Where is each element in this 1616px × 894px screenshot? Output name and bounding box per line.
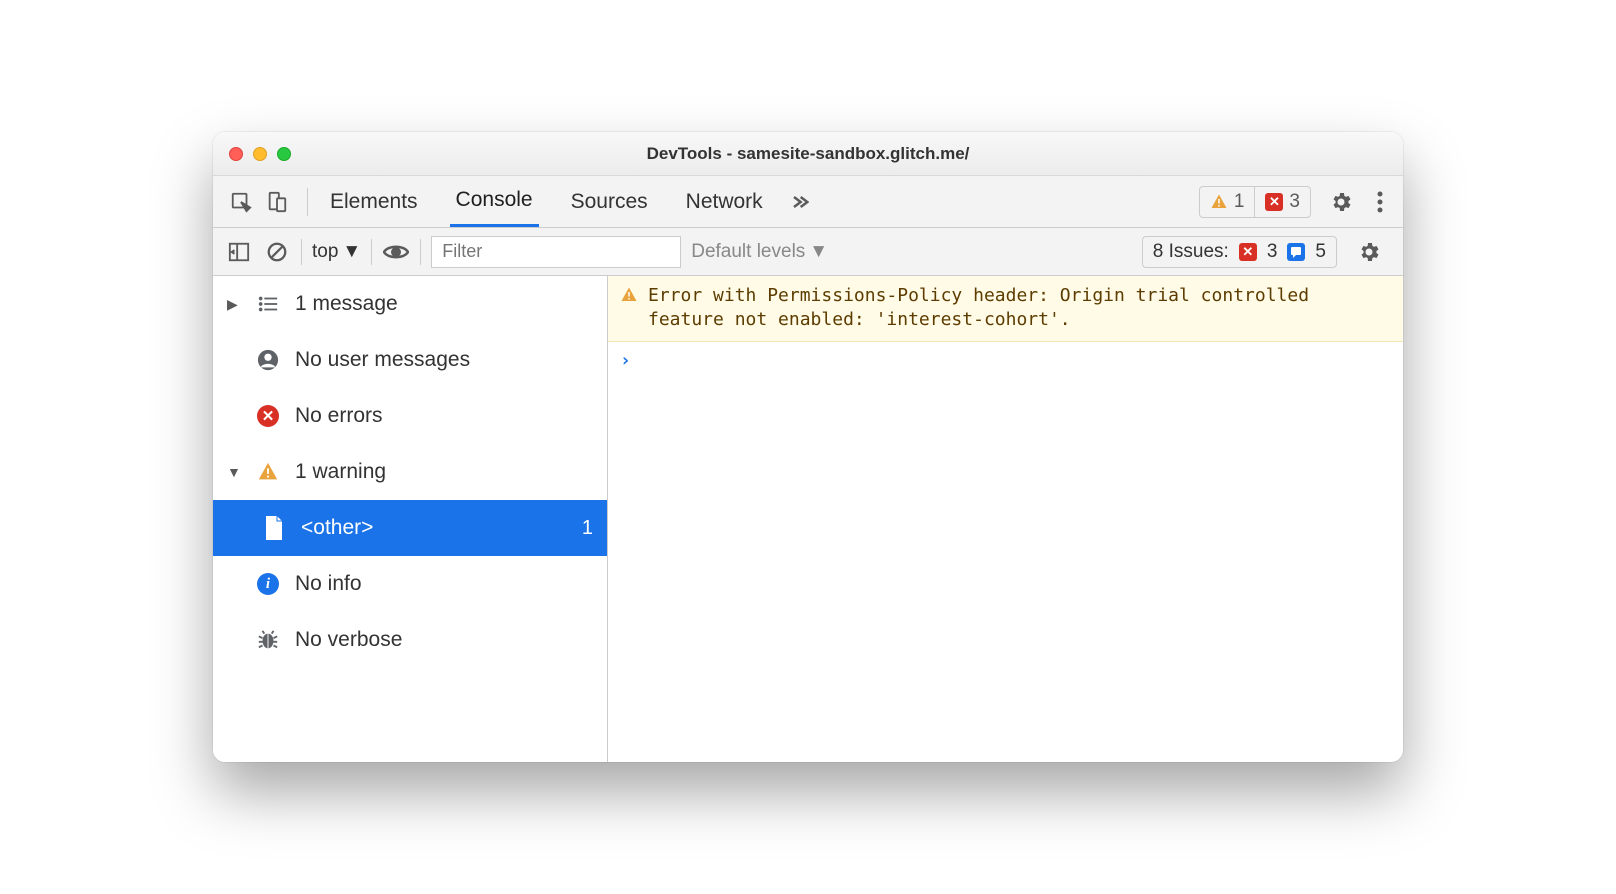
window-title: DevTools - samesite-sandbox.glitch.me/ [647, 144, 970, 164]
tab-sources[interactable]: Sources [565, 176, 654, 227]
warnings-count: 1 [1234, 191, 1245, 213]
context-label: top [312, 241, 338, 263]
console-toolbar: top ▼ Default levels ▼ 8 Issues: ✕ 3 5 [213, 228, 1403, 276]
console-warning-row[interactable]: Error with Permissions-Policy header: Or… [608, 276, 1403, 342]
subbar-divider [420, 239, 421, 265]
caret-right-icon: ▶ [227, 296, 241, 313]
error-icon: ✕ [255, 405, 281, 427]
sidebar-other-count: 1 [582, 517, 593, 540]
sidebar-messages-label: 1 message [295, 292, 398, 316]
context-selector[interactable]: top ▼ [312, 241, 361, 263]
titlebar: DevTools - samesite-sandbox.glitch.me/ [213, 132, 1403, 176]
toggle-sidebar-icon[interactable] [225, 238, 253, 266]
live-expression-icon[interactable] [382, 238, 410, 266]
sidebar-warnings-label: 1 warning [295, 460, 386, 484]
sidebar-verbose-label: No verbose [295, 628, 402, 652]
file-icon [261, 516, 287, 540]
error-icon: ✕ [1265, 193, 1283, 211]
log-levels-selector[interactable]: Default levels ▼ [691, 241, 828, 263]
toolbar-divider [307, 188, 308, 216]
errors-count: 3 [1289, 191, 1300, 213]
console-sidebar: ▶ 1 message No user messages ✕ No errors [213, 276, 608, 762]
caret-down-icon: ▼ [227, 464, 241, 480]
filter-input[interactable] [431, 236, 681, 268]
tab-console[interactable]: Console [450, 176, 539, 227]
subbar-divider [301, 239, 302, 265]
minimize-window-button[interactable] [253, 147, 267, 161]
device-toggle-icon[interactable] [263, 188, 291, 216]
settings-gear-icon[interactable] [1319, 190, 1363, 214]
inspect-element-icon[interactable] [227, 188, 255, 216]
sidebar-info[interactable]: i No info [213, 556, 607, 612]
main-toolbar: Elements Console Sources Network 1 ✕ 3 [213, 176, 1403, 228]
traffic-lights [229, 147, 291, 161]
sidebar-errors-label: No errors [295, 404, 383, 428]
sidebar-other-label: <other> [301, 516, 373, 540]
issues-info-count: 5 [1315, 241, 1326, 263]
user-icon [255, 349, 281, 371]
maximize-window-button[interactable] [277, 147, 291, 161]
sidebar-user-label: No user messages [295, 348, 470, 372]
close-window-button[interactable] [229, 147, 243, 161]
tab-elements[interactable]: Elements [324, 176, 424, 227]
error-icon: ✕ [1239, 243, 1257, 261]
sidebar-user-messages[interactable]: No user messages [213, 332, 607, 388]
subbar-divider [371, 239, 372, 265]
levels-label: Default levels [691, 241, 805, 263]
errors-badge[interactable]: ✕ 3 [1254, 187, 1310, 217]
clear-console-icon[interactable] [263, 238, 291, 266]
bug-icon [255, 629, 281, 651]
sidebar-messages[interactable]: ▶ 1 message [213, 276, 607, 332]
issues-label: 8 Issues: [1153, 241, 1229, 263]
chevron-down-icon: ▼ [342, 241, 361, 263]
sidebar-verbose[interactable]: No verbose [213, 612, 607, 668]
issues-button[interactable]: 8 Issues: ✕ 3 5 [1142, 236, 1337, 268]
devtools-window: DevTools - samesite-sandbox.glitch.me/ E… [213, 132, 1403, 762]
warning-icon [255, 461, 281, 483]
warning-text: Error with Permissions-Policy header: Or… [648, 284, 1391, 333]
issues-errors-count: 3 [1267, 241, 1278, 263]
sidebar-warnings[interactable]: ▼ 1 warning [213, 444, 607, 500]
panel-tabs: Elements Console Sources Network [324, 176, 769, 227]
sidebar-warning-other[interactable]: <other> 1 [213, 500, 607, 556]
more-tabs-chevron-icon[interactable] [789, 192, 809, 212]
prompt-caret-icon: › [620, 350, 631, 371]
console-settings-gear-icon[interactable] [1347, 240, 1391, 264]
status-badges: 1 ✕ 3 [1199, 186, 1311, 218]
sidebar-errors[interactable]: ✕ No errors [213, 388, 607, 444]
list-icon [255, 293, 281, 315]
warning-icon [620, 284, 638, 333]
more-menu-icon[interactable] [1371, 191, 1389, 213]
chevron-down-icon: ▼ [809, 241, 828, 263]
console-output: Error with Permissions-Policy header: Or… [608, 276, 1403, 762]
warning-icon [1210, 193, 1228, 211]
info-icon [1287, 243, 1305, 261]
warnings-badge[interactable]: 1 [1200, 187, 1255, 217]
console-body: ▶ 1 message No user messages ✕ No errors [213, 276, 1403, 762]
info-icon: i [255, 573, 281, 595]
sidebar-info-label: No info [295, 572, 362, 596]
console-prompt[interactable]: › [608, 342, 1403, 379]
tab-network[interactable]: Network [680, 176, 769, 227]
